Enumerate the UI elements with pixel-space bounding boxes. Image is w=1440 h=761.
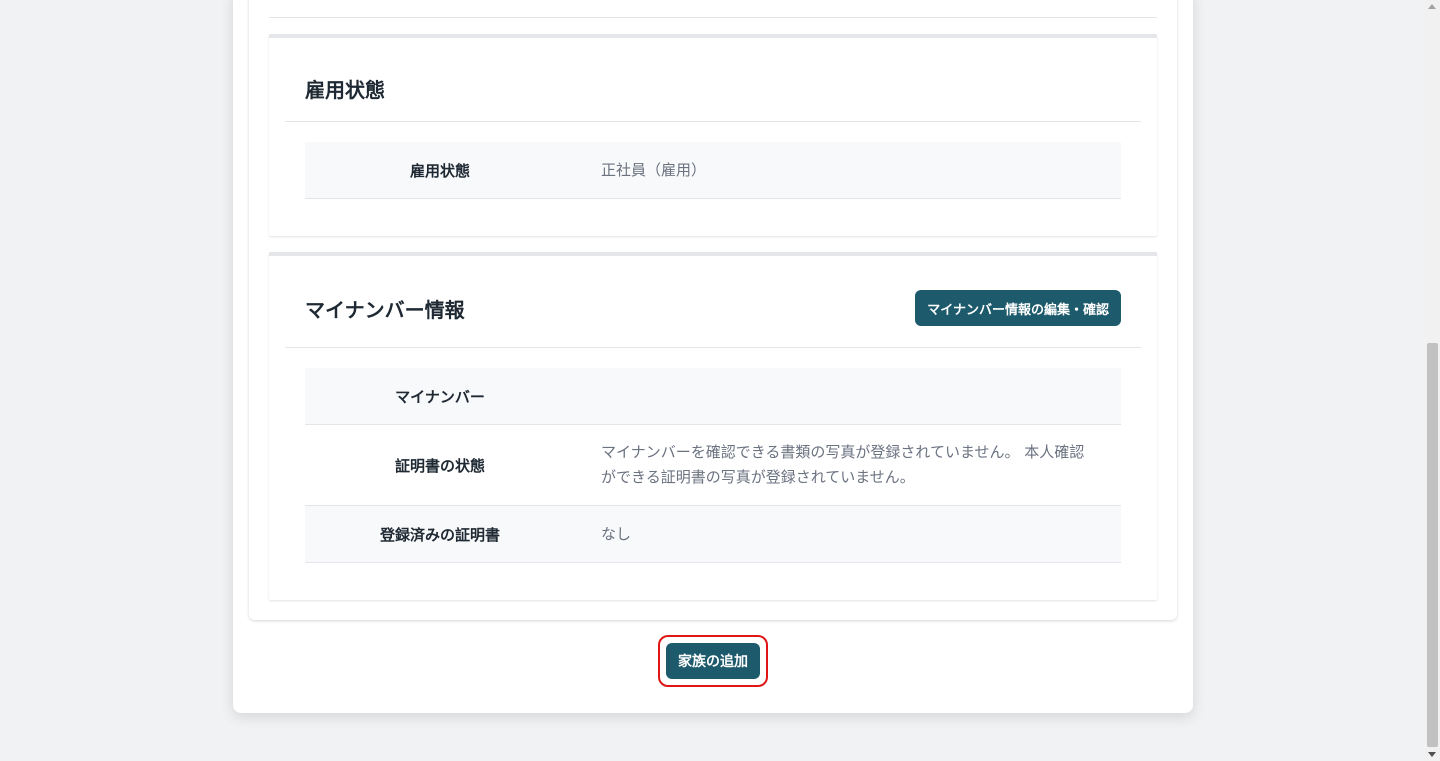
employee-detail-card: 雇用状態 雇用状態 正社員（雇用） マイナンバー情報 マイナンバー情報の編集・確…	[233, 0, 1193, 713]
row-label: 雇用状態	[409, 161, 470, 180]
table-row: マイナンバー	[305, 368, 1121, 425]
section-header: マイナンバー情報 マイナンバー情報の編集・確認	[285, 256, 1141, 348]
vertical-scrollbar[interactable]	[1425, 0, 1440, 761]
page-viewport: 雇用状態 雇用状態 正社員（雇用） マイナンバー情報 マイナンバー情報の編集・確…	[0, 0, 1440, 761]
table-row: 証明書の状態 マイナンバーを確認できる書類の写真が登録されていません。 本人確認…	[305, 425, 1121, 506]
detail-table: 雇用状態 正社員（雇用）	[305, 142, 1121, 199]
scroll-thumb[interactable]	[1427, 343, 1438, 747]
divider	[269, 17, 1157, 18]
employment-status-section: 雇用状態 雇用状態 正社員（雇用）	[269, 34, 1157, 236]
scroll-down-icon[interactable]	[1428, 752, 1436, 757]
row-value: 正社員（雇用）	[601, 160, 707, 179]
row-label: マイナンバー	[395, 387, 485, 406]
row-label: 登録済みの証明書	[379, 525, 500, 544]
section-title: 雇用状態	[305, 78, 385, 102]
edit-mynumber-button[interactable]: マイナンバー情報の編集・確認	[915, 290, 1121, 326]
detail-table: マイナンバー 証明書の状態 マイナンバーを確認できる書類の写真が登録されていませ…	[305, 368, 1121, 563]
row-value: マイナンバーを確認できる書類の写真が登録されていません。 本人確認ができる証明書…	[601, 443, 1085, 486]
row-label: 証明書の状態	[394, 456, 485, 475]
employee-info-panel: 雇用状態 雇用状態 正社員（雇用） マイナンバー情報 マイナンバー情報の編集・確…	[249, 0, 1177, 620]
table-row: 雇用状態 正社員（雇用）	[305, 142, 1121, 199]
add-family-highlight: 家族の追加	[658, 635, 768, 687]
row-value: なし	[601, 524, 632, 543]
scroll-up-icon[interactable]	[1428, 4, 1436, 9]
section-header: 雇用状態	[285, 38, 1141, 122]
table-row: 登録済みの証明書 なし	[305, 506, 1121, 563]
add-family-button[interactable]: 家族の追加	[666, 643, 760, 679]
mynumber-section: マイナンバー情報 マイナンバー情報の編集・確認 マイナンバー 証明書の状態 マイ…	[269, 252, 1157, 600]
section-title: マイナンバー情報	[305, 298, 465, 322]
